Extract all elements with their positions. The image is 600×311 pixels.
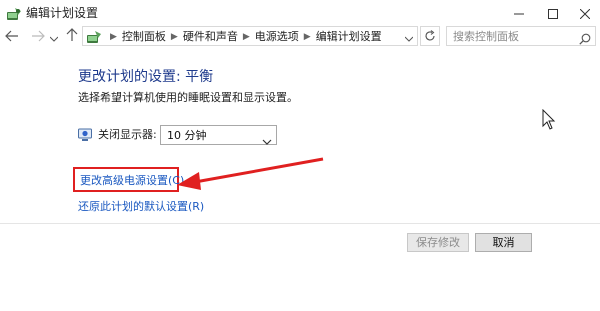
divider (0, 223, 600, 224)
page-description: 选择希望计算机使用的睡眠设置和显示设置。 (78, 91, 298, 104)
display-off-value: 10 分钟 (167, 129, 207, 142)
breadcrumb-edit-plan[interactable]: 编辑计划设置 (316, 30, 382, 44)
breadcrumb-hardware-sound[interactable]: 硬件和声音 (183, 30, 238, 44)
mouse-cursor-icon (542, 108, 556, 131)
monitor-power-icon (78, 127, 92, 141)
title-bar: 编辑计划设置 (0, 0, 600, 26)
display-off-label: 关闭显示器: (98, 128, 157, 141)
maximize-button[interactable] (536, 0, 570, 26)
search-placeholder: 搜索控制面板 (453, 30, 519, 43)
chevron-down-icon (49, 27, 59, 46)
breadcrumb-separator-icon: ▶ (242, 32, 250, 42)
minimize-icon (514, 4, 524, 23)
advanced-power-settings-link[interactable]: 更改高级电源设置(C) (80, 174, 184, 187)
breadcrumb-power-options[interactable]: 电源选项 (255, 30, 299, 44)
chevron-down-icon (262, 131, 272, 145)
address-dropdown-button[interactable] (402, 29, 416, 43)
breadcrumb: ▶ 控制面板 ▶ 硬件和声音 ▶ 电源选项 ▶ 编辑计划设置 (105, 30, 382, 44)
close-icon (579, 4, 591, 23)
control-panel-icon (86, 29, 102, 43)
refresh-button[interactable] (420, 26, 440, 46)
save-changes-button[interactable]: 保存修改 (407, 233, 469, 252)
refresh-icon (424, 27, 436, 46)
maximize-icon (548, 4, 558, 23)
breadcrumb-separator-icon: ▶ (170, 32, 178, 42)
recent-locations-button[interactable] (48, 28, 60, 44)
back-arrow-icon (5, 27, 19, 46)
power-options-icon (6, 6, 22, 20)
window-title: 编辑计划设置 (26, 6, 99, 20)
address-bar[interactable]: ▶ 控制面板 ▶ 硬件和声音 ▶ 电源选项 ▶ 编辑计划设置 (82, 26, 418, 46)
forward-button[interactable] (30, 28, 46, 44)
search-input[interactable]: 搜索控制面板 (446, 26, 596, 46)
breadcrumb-separator-icon: ▶ (303, 32, 311, 42)
breadcrumb-control-panel[interactable]: 控制面板 (122, 30, 166, 44)
forward-arrow-icon (31, 27, 45, 46)
page-title: 更改计划的设置: 平衡 (78, 69, 214, 85)
minimize-button[interactable] (502, 0, 536, 26)
close-button[interactable] (570, 0, 600, 26)
annotation-arrow-icon (175, 156, 325, 192)
up-button[interactable] (64, 27, 80, 46)
search-icon (579, 30, 591, 45)
display-off-select[interactable]: 10 分钟 (160, 125, 277, 145)
cancel-button[interactable]: 取消 (475, 233, 532, 252)
restore-defaults-link[interactable]: 还原此计划的默认设置(R) (78, 200, 204, 213)
up-arrow-icon (66, 27, 78, 46)
breadcrumb-separator-icon: ▶ (110, 32, 117, 42)
chevron-down-icon (404, 27, 414, 46)
back-button[interactable] (4, 28, 20, 44)
